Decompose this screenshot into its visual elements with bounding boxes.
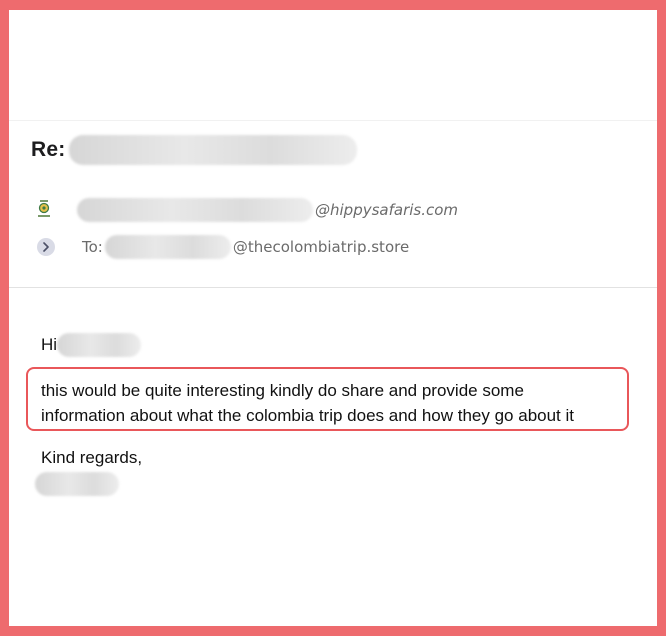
recipient-email-domain: @thecolombiatrip.store (232, 238, 410, 256)
header-divider (9, 120, 657, 121)
closing-text: Kind regards, (41, 448, 143, 467)
recipient-row: To: @thecolombiatrip.store (37, 234, 409, 260)
sender-email-domain: @hippysafaris.com (315, 201, 459, 219)
sender-row: @hippysafaris.com (37, 198, 458, 222)
body-divider (9, 287, 657, 288)
redacted-recipient-first-name (57, 333, 142, 357)
highlighted-message: this would be quite interesting kindly d… (26, 367, 629, 431)
chevron-right-icon[interactable] (37, 238, 55, 256)
message-line-1: this would be quite interesting kindly d… (41, 381, 524, 400)
to-label: To: (82, 238, 103, 256)
redacted-subject (69, 135, 358, 165)
greeting-row: Hi (41, 332, 142, 358)
redacted-recipient-name (104, 235, 231, 259)
safari-logo-icon (37, 200, 51, 220)
redacted-signature (35, 472, 119, 496)
redacted-sender-name (77, 198, 313, 222)
subject-prefix: Re: (31, 138, 66, 161)
screenshot-frame: Re: @hippysafaris.com To: @thecolombiatr… (0, 0, 666, 636)
message-line-2: information about what the colombia trip… (41, 406, 575, 425)
email-view: Re: @hippysafaris.com To: @thecolombiatr… (9, 10, 657, 626)
greeting-text: Hi (41, 335, 58, 354)
email-subject: Re: (31, 132, 358, 168)
email-toolbar-area (9, 10, 657, 120)
